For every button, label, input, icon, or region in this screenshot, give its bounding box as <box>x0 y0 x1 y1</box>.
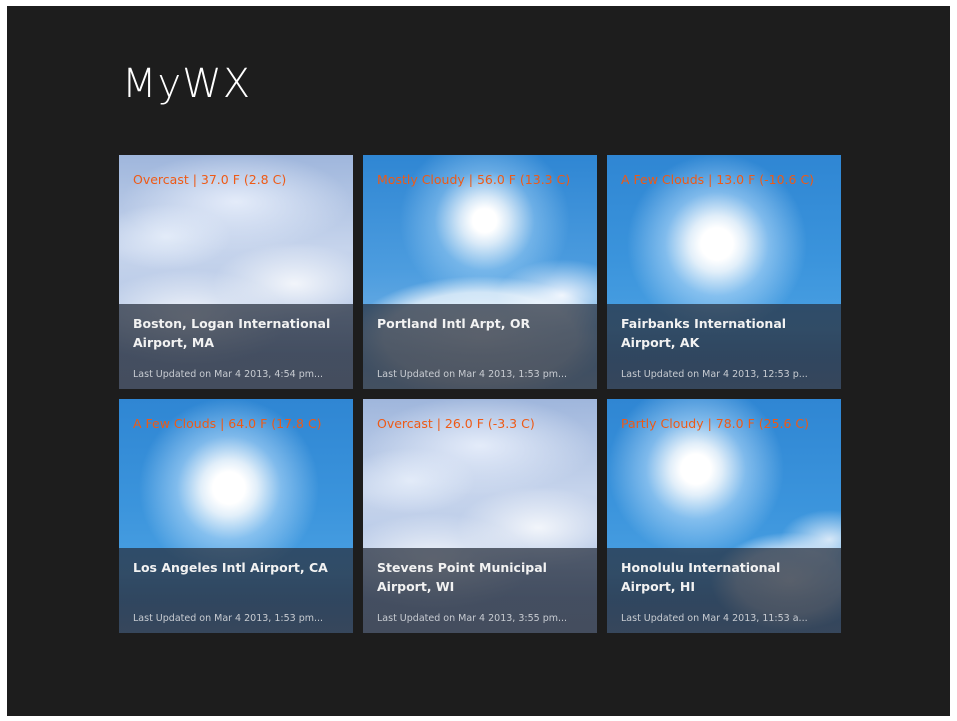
location-name: Honolulu International Airport, HI <box>621 560 781 594</box>
location-name: Fairbanks International Airport, AK <box>621 316 787 350</box>
tile-info-overlay: Los Angeles Intl Airport, CA Last Update… <box>119 548 353 633</box>
condition-label: Mostly Cloudy | 56.0 F (13.3 C) <box>377 172 571 187</box>
app-window: MyWX Overcast | 37.0 F (2.8 C) Boston, L… <box>7 6 950 716</box>
condition-label: Partly Cloudy | 78.0 F (25.6 C) <box>621 416 810 431</box>
location-name: Boston, Logan International Airport, MA <box>133 316 331 350</box>
weather-tile-portland[interactable]: Mostly Cloudy | 56.0 F (13.3 C) Portland… <box>363 155 597 389</box>
weather-tile-los-angeles[interactable]: A Few Clouds | 64.0 F (17.8 C) Los Angel… <box>119 399 353 633</box>
location-name: Stevens Point Municipal Airport, WI <box>377 560 547 594</box>
tile-info-overlay: Boston, Logan International Airport, MA … <box>119 304 353 389</box>
last-updated-text: Last Updated on Mar 4 2013, 12:53 p... <box>621 369 808 380</box>
condition-label: A Few Clouds | 13.0 F (-10.6 C) <box>621 172 815 187</box>
location-name: Los Angeles Intl Airport, CA <box>133 560 328 575</box>
weather-tile-fairbanks[interactable]: A Few Clouds | 13.0 F (-10.6 C) Fairbank… <box>607 155 841 389</box>
condition-label: Overcast | 26.0 F (-3.3 C) <box>377 416 535 431</box>
condition-label: A Few Clouds | 64.0 F (17.8 C) <box>133 416 322 431</box>
last-updated-text: Last Updated on Mar 4 2013, 1:53 pm... <box>133 613 324 624</box>
weather-tile-stevens-point[interactable]: Overcast | 26.0 F (-3.3 C) Stevens Point… <box>363 399 597 633</box>
last-updated-text: Last Updated on Mar 4 2013, 4:54 pm... <box>133 369 324 380</box>
tile-info-overlay: Fairbanks International Airport, AK Last… <box>607 304 841 389</box>
last-updated-text: Last Updated on Mar 4 2013, 11:53 a... <box>621 613 808 624</box>
tile-info-overlay: Portland Intl Arpt, OR Last Updated on M… <box>363 304 597 389</box>
tile-info-overlay: Stevens Point Municipal Airport, WI Last… <box>363 548 597 633</box>
weather-tile-grid: Overcast | 37.0 F (2.8 C) Boston, Logan … <box>119 155 841 633</box>
last-updated-text: Last Updated on Mar 4 2013, 3:55 pm... <box>377 613 568 624</box>
tile-info-overlay: Honolulu International Airport, HI Last … <box>607 548 841 633</box>
condition-label: Overcast | 37.0 F (2.8 C) <box>133 172 287 187</box>
weather-tile-boston[interactable]: Overcast | 37.0 F (2.8 C) Boston, Logan … <box>119 155 353 389</box>
app-title: MyWX <box>122 61 252 107</box>
weather-tile-honolulu[interactable]: Partly Cloudy | 78.0 F (25.6 C) Honolulu… <box>607 399 841 633</box>
location-name: Portland Intl Arpt, OR <box>377 316 531 331</box>
last-updated-text: Last Updated on Mar 4 2013, 1:53 pm... <box>377 369 568 380</box>
